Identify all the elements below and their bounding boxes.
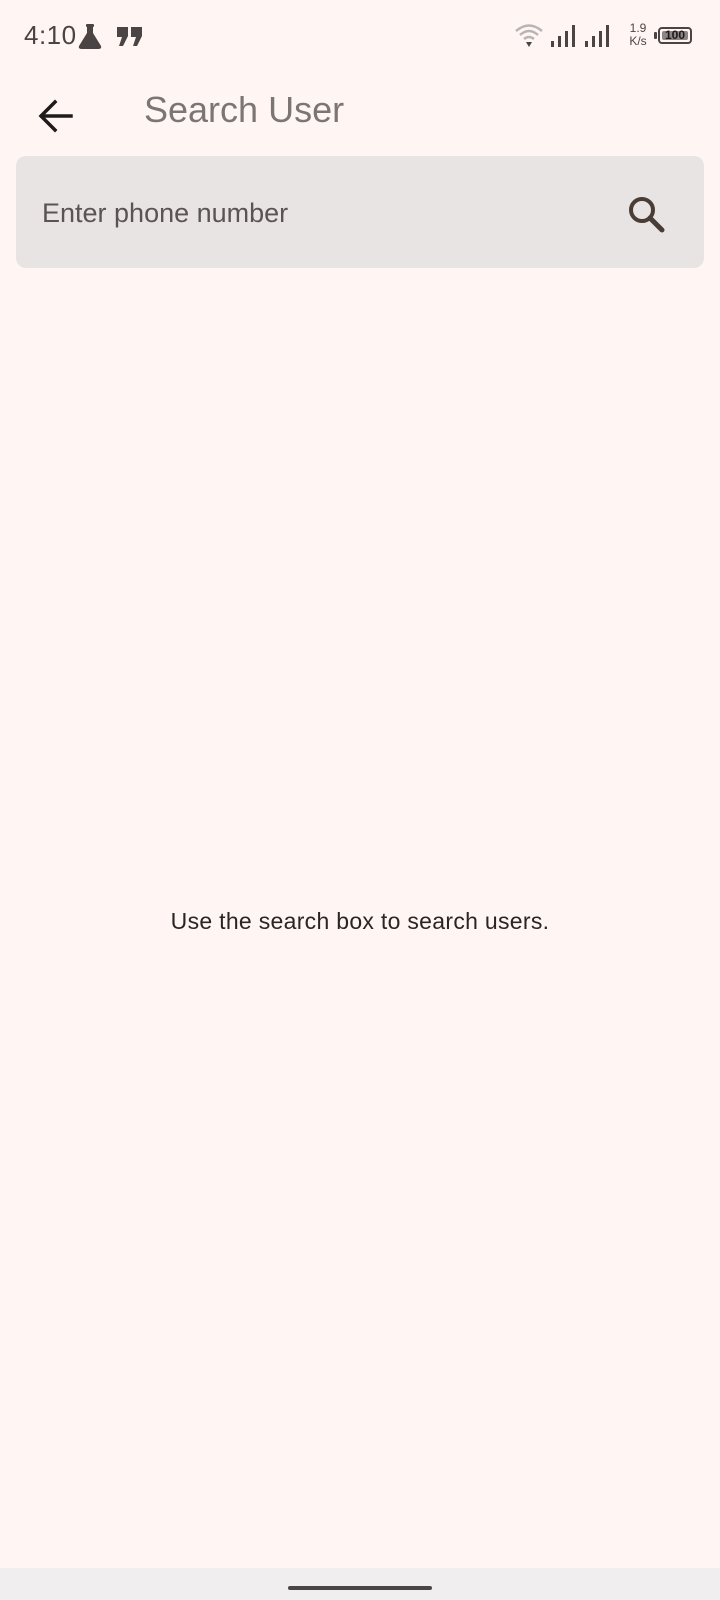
battery-level: 100	[664, 28, 686, 42]
status-time: 4:10	[24, 20, 77, 50]
arrow-back-icon	[38, 99, 73, 133]
network-speed: 1.9 K/s	[624, 22, 652, 48]
wifi-icon	[515, 24, 543, 47]
search-button[interactable]	[620, 188, 672, 240]
signal-icon	[551, 25, 575, 47]
empty-state-message: Use the search box to search users.	[170, 908, 550, 934]
navigation-bar	[0, 1568, 720, 1600]
search-icon	[629, 197, 665, 233]
phone-search-input[interactable]	[40, 186, 604, 240]
lab-flask-icon	[78, 24, 102, 49]
battery-icon: 100	[658, 27, 692, 44]
home-indicator[interactable]	[288, 1586, 432, 1590]
quote-icon	[117, 27, 142, 46]
battery-nub	[654, 32, 657, 39]
status-bar: 4:10 1.9 K/s 100	[0, 0, 720, 72]
search-box	[16, 156, 704, 268]
network-speed-unit: K/s	[629, 34, 647, 48]
app-bar: Search User	[0, 72, 720, 152]
page-title: Search User	[144, 89, 345, 130]
signal-icon	[585, 25, 609, 47]
back-button[interactable]	[24, 84, 88, 148]
